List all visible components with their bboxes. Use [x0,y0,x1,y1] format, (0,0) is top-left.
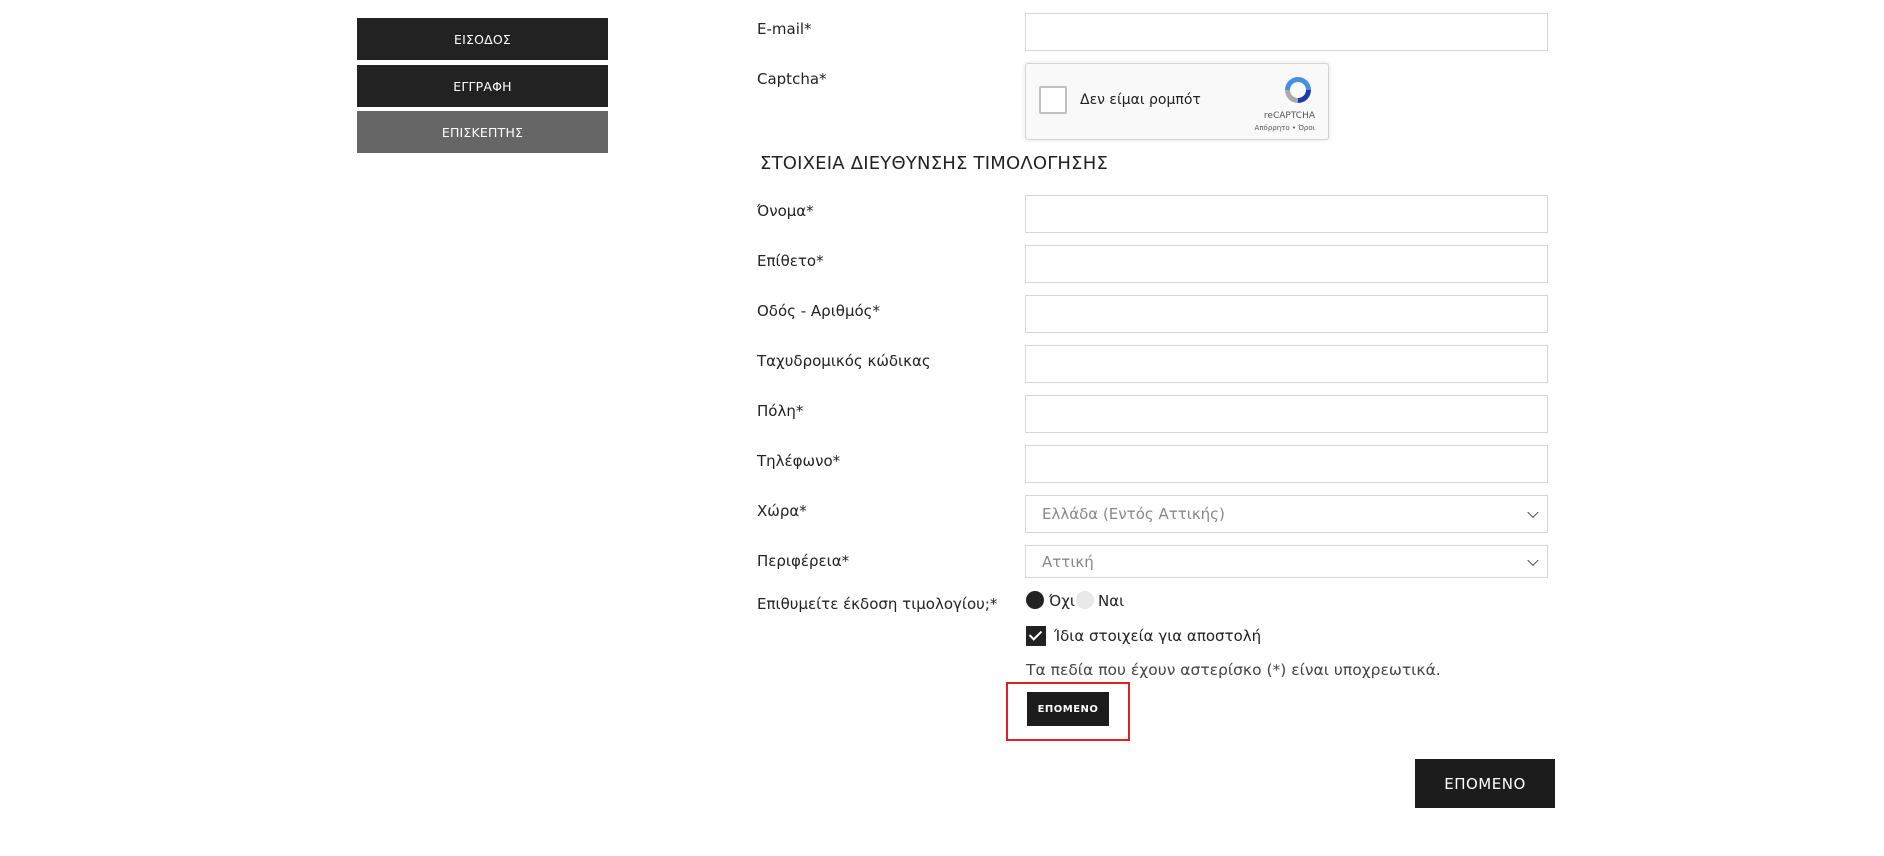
same-shipping-label: Ίδια στοιχεία για αποστολή [1054,627,1262,645]
phone-label: Τηλέφωνο* [757,452,841,470]
recaptcha-brand: reCAPTCHA [1263,111,1315,121]
recaptcha-widget: Δεν είμαι ρομπότ reCAPTCHA Απόρρητο • Όρ… [1025,63,1329,140]
next-button-small[interactable]: ΕΠΟΜΕΝΟ [1027,692,1109,726]
chevron-down-icon [1527,554,1539,566]
first-name-label: Όνομα* [757,202,814,220]
city-label: Πόλη* [757,402,804,420]
recaptcha-terms[interactable]: Απόρρητο • Όροι [1255,124,1315,132]
country-label: Χώρα* [757,502,807,520]
country-select-value: Ελλάδα (Εντός Αττικής) [1042,505,1225,523]
same-shipping-checkbox[interactable] [1026,626,1046,646]
invoice-yes-radio[interactable] [1076,591,1094,609]
invoice-yes-label: Ναι [1098,592,1125,610]
guest-button[interactable]: ΕΠΙΣΚΕΠΤΗΣ [357,111,608,153]
phone-input[interactable] [1025,445,1548,483]
postal-code-label: Ταχυδρομικός κώδικας [757,352,931,370]
invoice-no-label: Όχι [1049,592,1075,610]
region-label: Περιφέρεια* [757,552,850,570]
captcha-label: Captcha* [757,70,827,88]
postal-code-input[interactable] [1025,345,1548,383]
last-name-label: Επίθετο* [757,252,824,270]
first-name-input[interactable] [1025,195,1548,233]
login-button[interactable]: ΕΙΣΟΔΟΣ [357,18,608,60]
street-input[interactable] [1025,295,1548,333]
last-name-input[interactable] [1025,245,1548,283]
next-button[interactable]: ΕΠΟΜΕΝΟ [1415,759,1555,808]
email-input[interactable] [1025,13,1548,51]
country-select[interactable]: Ελλάδα (Εντός Αττικής) [1025,495,1548,533]
invoice-label: Επιθυμείτε έκδοση τιμολογίου;* [757,595,998,613]
recaptcha-checkbox[interactable] [1039,86,1067,114]
invoice-no-radio[interactable] [1026,591,1044,609]
region-select-value: Αττική [1042,552,1094,571]
street-label: Οδός - Αριθμός* [757,302,880,320]
email-label: E-mail* [757,20,812,38]
required-fields-note: Τα πεδία που έχουν αστερίσκο (*) είναι υ… [1026,661,1441,679]
chevron-down-icon [1527,506,1539,519]
billing-section-title: ΣΤΟΙΧΕΙΑ ΔΙΕΥΘΥΝΣΗΣ ΤΙΜΟΛΟΓΗΣΗΣ [760,153,1109,174]
recaptcha-logo-icon [1285,77,1311,103]
recaptcha-text: Δεν είμαι ρομπότ [1080,92,1201,108]
city-input[interactable] [1025,395,1548,433]
register-button[interactable]: ΕΓΓΡΑΦΗ [357,65,608,107]
region-select[interactable]: Αττική [1025,545,1548,578]
